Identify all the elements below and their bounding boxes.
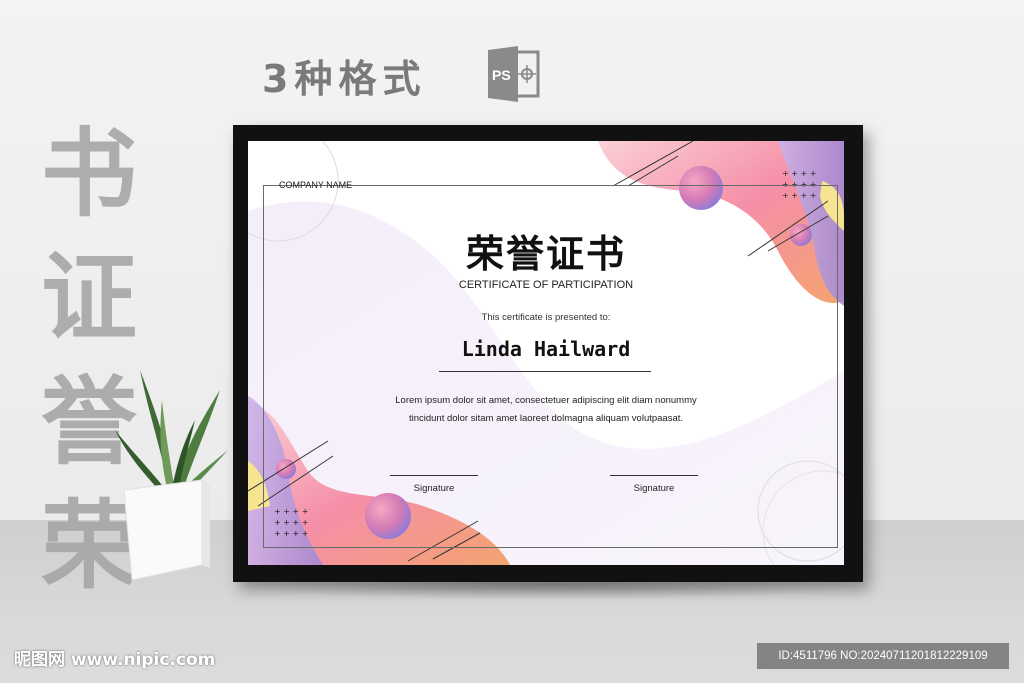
site-watermark: 昵图网 www.nipic.com bbox=[14, 650, 216, 670]
signature-label-right: Signature bbox=[633, 483, 675, 494]
vertical-title-char: 书 bbox=[41, 118, 137, 230]
presented-to-text: This certificate is presented to: bbox=[481, 312, 611, 323]
vertical-title-char: 证 bbox=[41, 242, 137, 354]
certificate-body: Lorem ipsum dolor sit amet, consectetuer… bbox=[248, 392, 844, 428]
potted-plant bbox=[115, 370, 228, 581]
certificate-paper: + + + + + + + + + + + + + + + + + + + + … bbox=[248, 141, 844, 565]
recipient-underline bbox=[439, 371, 651, 372]
certificate-title: 荣誉证书 bbox=[465, 232, 626, 276]
ps-icon-text: PS bbox=[492, 67, 511, 83]
photoshop-file-icon: PS bbox=[488, 46, 540, 102]
id-watermark: ID:4511796 NO:20240711201812229109 bbox=[757, 643, 1009, 669]
signature-label-left: Signature bbox=[413, 483, 455, 494]
body-line: Lorem ipsum dolor sit amet, consectetuer… bbox=[395, 395, 697, 406]
signature-line-left bbox=[390, 475, 478, 476]
certificate-frame: + + + + + + + + + + + + + + + + + + + + … bbox=[233, 125, 863, 582]
svg-text:+ + + +: + + + + bbox=[782, 169, 816, 178]
certificate-subtitle: CERTIFICATE OF PARTICIPATION bbox=[458, 279, 634, 291]
format-label: 3种格式 bbox=[262, 57, 427, 101]
company-name: COMPANY NAME bbox=[279, 180, 353, 190]
body-line: tincidunt dolor sitam amet laoreet dolma… bbox=[408, 413, 684, 424]
recipient-name: Linda Hailward bbox=[461, 337, 631, 361]
signature-line-right bbox=[610, 475, 698, 476]
